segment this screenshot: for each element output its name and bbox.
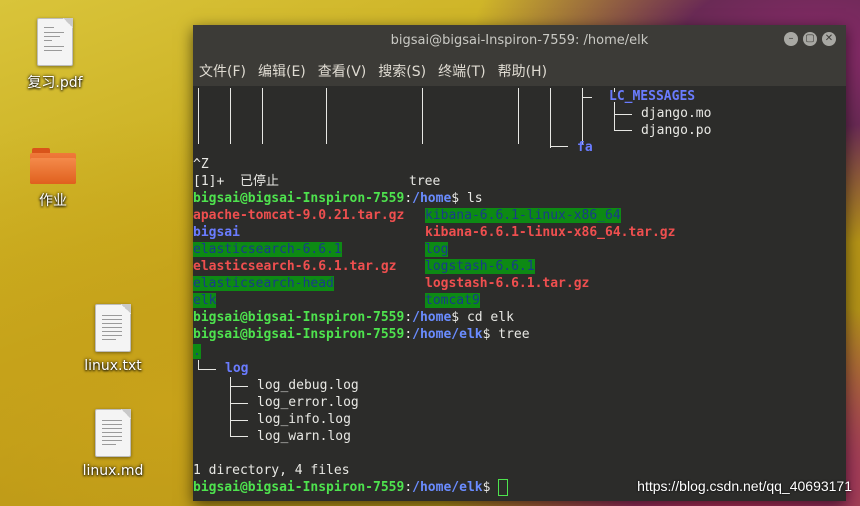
terminal-cursor: [498, 479, 509, 496]
menu-search[interactable]: 搜索(S): [378, 59, 426, 83]
tree-file: log_debug.log: [257, 378, 359, 393]
terminal-output[interactable]: LC_MESSAGES django.mo django.po fa ^Z [1…: [193, 86, 846, 501]
desktop-icon-linux-txt[interactable]: linux.txt: [68, 304, 158, 374]
ls-entry: elasticsearch-head: [193, 276, 334, 291]
tree-summary: 1 directory, 4 files: [193, 463, 350, 478]
ls-entry: kibana-6.6.1-linux-x86_64.tar.gz: [425, 225, 676, 240]
desktop-icon-linux-md[interactable]: linux.md: [68, 409, 158, 479]
close-icon[interactable]: ✕: [822, 32, 836, 46]
window-title: bigsai@bigsai-Inspiron-7559: /home/elk: [390, 32, 649, 48]
desktop-icon-folder[interactable]: 作业: [8, 148, 98, 210]
ls-entry: apache-tomcat-9.0.21.tar.gz: [193, 208, 405, 223]
pdf-file-icon: [37, 18, 73, 66]
text-file-icon: [95, 304, 131, 352]
desktop-icon-label: 作业: [39, 193, 67, 209]
desktop-icon-pdf[interactable]: 复习.pdf: [10, 18, 100, 92]
ls-entry: logstash-6.6.1: [425, 259, 535, 274]
desktop-icon-label: 复习.pdf: [27, 75, 83, 91]
ls-entry: elk: [193, 293, 217, 308]
watermark: https://blog.csdn.net/qq_40693171: [637, 478, 852, 494]
terminal-window: bigsai@bigsai-Inspiron-7559: /home/elk –…: [193, 25, 846, 501]
menu-bar: 文件(F) 编辑(E) 查看(V) 搜索(S) 终端(T) 帮助(H): [193, 55, 846, 86]
tree-dir-lc-messages: LC_MESSAGES: [609, 89, 696, 104]
tree-dir-fa: fa: [577, 140, 593, 155]
ls-entry: log: [425, 242, 449, 257]
desktop-icon-label: linux.txt: [84, 358, 142, 374]
prompt-line: bigsai@bigsai-Inspiron-7559:/home/elk$ t…: [193, 327, 530, 342]
ls-entry: tomcat9: [425, 293, 480, 308]
menu-file[interactable]: 文件(F): [199, 59, 246, 83]
desktop-icon-label: linux.md: [82, 463, 144, 479]
ls-entry: elasticsearch-6.6.1.tar.gz: [193, 259, 397, 274]
ls-entry: logstash-6.6.1.tar.gz: [425, 276, 590, 291]
title-bar[interactable]: bigsai@bigsai-Inspiron-7559: /home/elk –…: [193, 25, 846, 55]
tree-dir-log: log: [225, 361, 249, 376]
menu-view[interactable]: 查看(V): [318, 59, 367, 83]
text-file-icon: [95, 409, 131, 457]
ls-entry: elasticsearch-6.6.1: [193, 242, 342, 257]
tree-file: log_info.log: [257, 412, 351, 427]
prompt-line: bigsai@bigsai-Inspiron-7559:/home$ ls: [193, 191, 483, 206]
tree-root: .: [193, 344, 201, 359]
job-status-line: [1]+ 已停止 tree: [193, 174, 441, 189]
ls-entry: kibana-6.6.1-linux-x86_64: [425, 208, 621, 223]
prompt-line: bigsai@bigsai-Inspiron-7559:/home/elk$: [193, 479, 509, 496]
tree-file: log_error.log: [257, 395, 359, 410]
minimize-icon[interactable]: –: [784, 32, 798, 46]
menu-edit[interactable]: 编辑(E): [258, 59, 306, 83]
prompt-line: bigsai@bigsai-Inspiron-7559:/home$ cd el…: [193, 310, 514, 325]
ls-entry: bigsai: [193, 225, 240, 240]
folder-icon: [30, 148, 76, 184]
ctrl-z-echo: ^Z: [193, 157, 209, 172]
menu-terminal[interactable]: 终端(T): [438, 59, 485, 83]
tree-file-django-mo: django.mo: [641, 106, 712, 121]
tree-file-django-po: django.po: [641, 123, 712, 138]
maximize-icon[interactable]: ▢: [803, 32, 817, 46]
menu-help[interactable]: 帮助(H): [498, 59, 547, 83]
tree-file: log_warn.log: [257, 429, 351, 444]
